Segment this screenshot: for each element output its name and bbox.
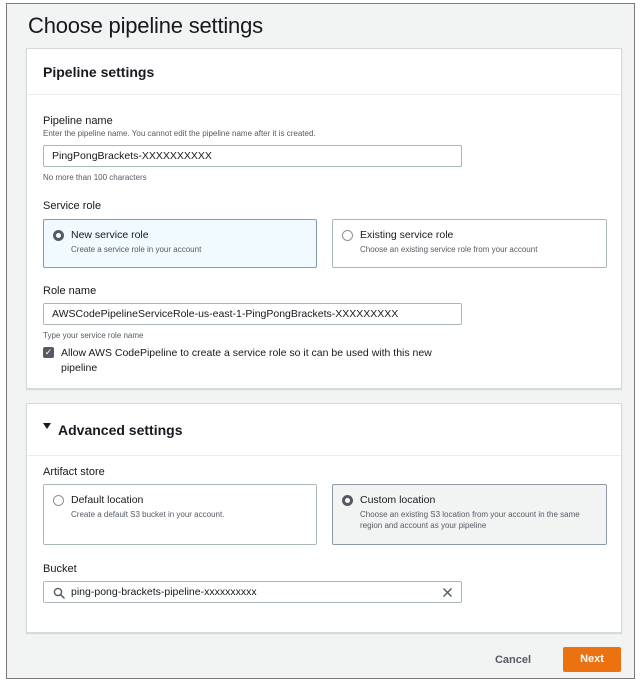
bucket-value: ping-pong-brackets-pipeline-xxxxxxxxxx bbox=[71, 586, 257, 598]
pipeline-settings-title: Pipeline settings bbox=[43, 64, 155, 80]
existing-service-role-option[interactable]: Existing service role Choose an existing… bbox=[332, 219, 607, 268]
advanced-settings-header[interactable]: Advanced settings bbox=[27, 404, 621, 456]
custom-location-option[interactable]: Custom location Choose an existing S3 lo… bbox=[332, 484, 607, 545]
cancel-button[interactable]: Cancel bbox=[484, 648, 542, 672]
role-name-hint: Type your service role name bbox=[43, 331, 144, 340]
custom-location-title: Custom location bbox=[360, 494, 436, 506]
default-location-description: Create a default S3 bucket in your accou… bbox=[71, 510, 225, 519]
role-name-input[interactable]: AWSCodePipelineServiceRole-us-east-1-Pin… bbox=[43, 303, 462, 325]
new-service-role-title: New service role bbox=[71, 229, 149, 241]
allow-service-role-label-line2: pipeline bbox=[61, 362, 98, 374]
allow-service-role-checkbox[interactable]: ✓ bbox=[43, 347, 54, 358]
clear-icon[interactable] bbox=[442, 587, 453, 598]
new-service-role-option[interactable]: New service role Create a service role i… bbox=[43, 219, 317, 268]
caret-down-icon[interactable] bbox=[43, 423, 51, 429]
custom-location-description: Choose an existing S3 location from your… bbox=[360, 510, 580, 530]
pipeline-name-constraint: No more than 100 characters bbox=[43, 173, 147, 182]
bucket-search-input[interactable]: ping-pong-brackets-pipeline-xxxxxxxxxx bbox=[43, 581, 462, 603]
default-location-title: Default location bbox=[71, 494, 144, 506]
service-role-label: Service role bbox=[43, 200, 102, 212]
advanced-settings-panel: Advanced settings Artifact store Default… bbox=[26, 403, 622, 633]
bucket-label: Bucket bbox=[43, 563, 77, 575]
custom-location-radio[interactable] bbox=[342, 495, 353, 506]
existing-service-role-radio[interactable] bbox=[342, 230, 353, 241]
default-location-radio[interactable] bbox=[53, 495, 64, 506]
default-location-option[interactable]: Default location Create a default S3 buc… bbox=[43, 484, 317, 545]
artifact-store-label: Artifact store bbox=[43, 466, 105, 478]
role-name-label: Role name bbox=[43, 285, 97, 297]
pipeline-name-input[interactable]: PingPongBrackets-XXXXXXXXXX bbox=[43, 145, 462, 167]
pipeline-settings-panel: Pipeline settings Pipeline name Enter th… bbox=[26, 48, 622, 389]
existing-service-role-description: Choose an existing service role from you… bbox=[360, 245, 538, 254]
new-service-role-radio[interactable] bbox=[53, 230, 64, 241]
search-icon bbox=[53, 587, 65, 599]
next-button[interactable]: Next bbox=[563, 647, 621, 672]
pipeline-settings-header: Pipeline settings bbox=[27, 49, 621, 95]
new-service-role-description: Create a service role in your account bbox=[71, 245, 202, 254]
pipeline-name-description: Enter the pipeline name. You cannot edit… bbox=[43, 129, 316, 138]
existing-service-role-title: Existing service role bbox=[360, 229, 454, 241]
pipeline-name-label: Pipeline name bbox=[43, 115, 113, 127]
page-frame: Choose pipeline settings Pipeline settin… bbox=[6, 3, 635, 679]
page-title: Choose pipeline settings bbox=[28, 13, 263, 38]
allow-service-role-label-line1: Allow AWS CodePipeline to create a servi… bbox=[61, 347, 432, 359]
advanced-settings-title[interactable]: Advanced settings bbox=[58, 422, 182, 438]
